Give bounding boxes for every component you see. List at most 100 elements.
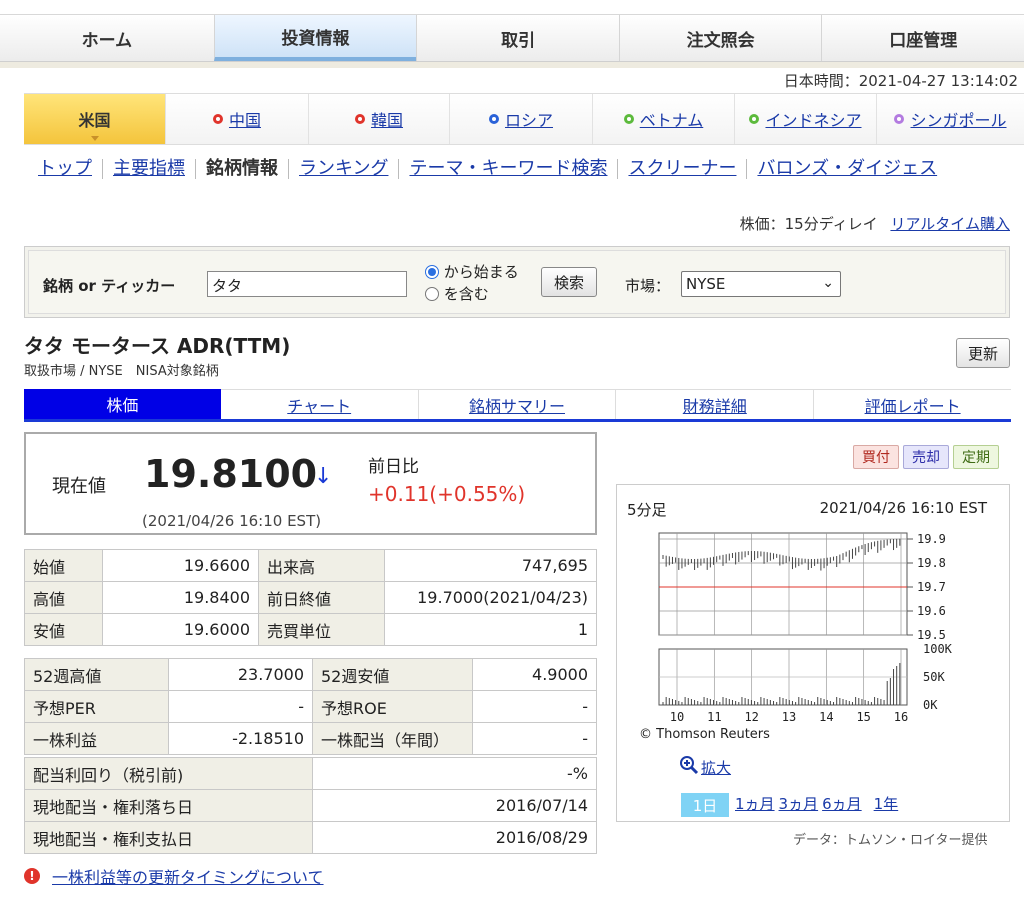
search-input-value: タタ [212, 277, 243, 295]
x-tick-label: 13 [782, 710, 796, 724]
country-tab-label[interactable]: ロシア [505, 107, 553, 131]
recurring-button[interactable]: 定期 [953, 445, 999, 469]
selected-arrow-icon [90, 136, 99, 141]
x-tick-label: 14 [819, 710, 833, 724]
country-tab-singapore[interactable]: シンガポール [877, 94, 1024, 144]
country-tab-us[interactable]: 米国 [24, 94, 166, 144]
table-row: 一株利益 -2.18510 一株配当（年間） - [24, 722, 597, 755]
sell-button[interactable]: 売却 [903, 445, 949, 469]
price-tick-label: 19.5 [917, 628, 946, 642]
country-tab-china[interactable]: 中国 [166, 94, 309, 144]
buy-button[interactable]: 買付 [853, 445, 899, 469]
zoom-label[interactable]: 拡大 [701, 757, 731, 778]
radio-contains[interactable]: を含む [425, 283, 519, 305]
subnav-screener[interactable]: スクリーナー [618, 159, 748, 179]
cell-label: 予想ROE [312, 690, 473, 723]
x-tick-label: 11 [707, 710, 721, 724]
subnav-stock-info[interactable]: 銘柄情報 [196, 159, 289, 179]
current-price-value: 19.8100 [144, 452, 318, 496]
price-tick-label: 19.9 [917, 532, 946, 546]
tab-chart[interactable]: チャート [220, 389, 419, 419]
country-tab-russia[interactable]: ロシア [450, 94, 593, 144]
alert-icon: ! [24, 868, 40, 884]
cell-label: 一株利益 [24, 722, 169, 755]
search-box: 銘柄 or ティッカー タタ から始まる を含む 検索 市場： NYSE ⌄ [24, 246, 1010, 318]
table-row: 予想PER - 予想ROE - [24, 690, 597, 723]
market-label: 市場： [625, 277, 671, 295]
fundamentals-table: 52週高値 23.7000 52週安値 4.9000 予想PER - 予想ROE… [24, 658, 597, 755]
stock-title: タタ モータース ADR(TTM) [24, 334, 291, 358]
subnav-barrons[interactable]: バロンズ・ダイジェス [747, 159, 947, 179]
x-tick-label: 16 [894, 710, 908, 724]
country-tab-label[interactable]: 中国 [229, 107, 261, 131]
country-tab-indonesia[interactable]: インドネシア [735, 94, 877, 144]
sub-nav: トップ 主要指標 銘柄情報 ランキング テーマ・キーワード検索 スクリーナー バ… [24, 151, 1024, 187]
subnav-theme-search[interactable]: テーマ・キーワード検索 [399, 159, 619, 179]
cell-value: 2016/08/29 [312, 821, 597, 854]
search-button[interactable]: 検索 [541, 267, 597, 297]
dividend-table: 配当利回り（税引前) -% 現地配当・権利落ち日 2016/07/14 現地配当… [24, 757, 597, 854]
chart-marks [659, 538, 907, 705]
volume-tick-label: 50K [923, 670, 945, 684]
cell-label: 安値 [24, 613, 103, 646]
range-1y[interactable]: 1年 [874, 793, 899, 817]
japan-time: 日本時間：2021-04-27 13:14:02 [783, 72, 1018, 90]
subnav-key-indicators[interactable]: 主要指標 [103, 159, 196, 179]
country-tabs: 米国 中国 韓国 ロシア ベトナム インドネシア シンガポール [24, 93, 1024, 145]
price-change: +0.11(+0.55%) [368, 482, 525, 506]
cell-label: 一株配当（年間） [312, 722, 473, 755]
cell-label: 前日終値 [258, 581, 385, 614]
range-3m[interactable]: 3ヵ月 [779, 793, 819, 817]
cell-value: 23.7000 [168, 658, 313, 691]
radio-unchecked-icon[interactable] [425, 287, 439, 301]
cell-label: 予想PER [24, 690, 169, 723]
range-6m[interactable]: 6ヵ月 [822, 793, 862, 817]
nav-order-inquiry[interactable]: 注文照会 [618, 15, 822, 61]
range-1m[interactable]: 1ヵ月 [735, 793, 775, 817]
nav-home[interactable]: ホーム [0, 15, 214, 61]
country-tab-label: 米国 [78, 111, 111, 130]
price-panel-frame [658, 532, 908, 636]
realtime-purchase-link[interactable]: リアルタイム購入 [890, 215, 1010, 233]
subnav-top[interactable]: トップ [24, 159, 103, 179]
eps-timing-link[interactable]: 一株利益等の更新タイミングについて [52, 864, 324, 888]
nav-account[interactable]: 口座管理 [821, 15, 1024, 61]
intraday-chart: 10 11 12 13 14 15 16 19.9 19.8 19.7 19.6 19.5100K 50… [658, 532, 953, 724]
nav-investment-info[interactable]: 投資情報 [213, 15, 417, 61]
bullet-icon [488, 114, 499, 124]
subnav-ranking[interactable]: ランキング [289, 159, 400, 179]
country-tab-label[interactable]: ベトナム [640, 107, 704, 131]
refresh-button[interactable]: 更新 [956, 338, 1010, 368]
price-tick-label: 19.7 [917, 580, 946, 594]
tab-summary[interactable]: 銘柄サマリー [418, 389, 617, 419]
cell-value: 2016/07/14 [312, 789, 597, 822]
cell-label: 始値 [24, 549, 103, 582]
volume-tick-label: 100K [923, 642, 953, 656]
cell-label: 現地配当・権利支払日 [24, 821, 313, 854]
range-1d[interactable]: 1日 [681, 793, 729, 817]
table-row: 配当利回り（税引前) -% [24, 757, 597, 790]
stock-subtitle: 取扱市場 / NYSE NISA対象銘柄 [24, 364, 219, 379]
country-tab-korea[interactable]: 韓国 [309, 94, 450, 144]
search-input[interactable]: タタ [207, 271, 407, 297]
cell-value: 19.6000 [102, 613, 259, 646]
country-tab-label[interactable]: シンガポール [910, 107, 1006, 131]
table-row: 高値 19.8400 前日終値 19.7000(2021/04/23) [24, 581, 597, 614]
market-select-value: NYSE [686, 275, 726, 293]
chevron-down-icon: ⌄ [822, 275, 834, 291]
nav-trade[interactable]: 取引 [416, 15, 619, 61]
chart-period-label: 5分足 [627, 501, 667, 519]
zoom-link[interactable]: 拡大 [679, 751, 731, 778]
country-tab-label[interactable]: インドネシア [765, 107, 861, 131]
market-select[interactable]: NYSE ⌄ [681, 271, 841, 297]
cell-value: 19.6600 [102, 549, 259, 582]
bullet-icon [894, 114, 905, 124]
country-tab-label[interactable]: 韓国 [371, 107, 403, 131]
tab-price[interactable]: 株価 [24, 389, 221, 419]
radio-checked-icon[interactable] [425, 265, 439, 279]
radio-starts-with[interactable]: から始まる [425, 261, 519, 283]
down-arrow-icon: ↓ [314, 464, 333, 489]
tab-financials[interactable]: 財務詳細 [616, 389, 815, 419]
country-tab-vietnam[interactable]: ベトナム [593, 94, 735, 144]
tab-rating-report[interactable]: 評価レポート [814, 389, 1011, 419]
